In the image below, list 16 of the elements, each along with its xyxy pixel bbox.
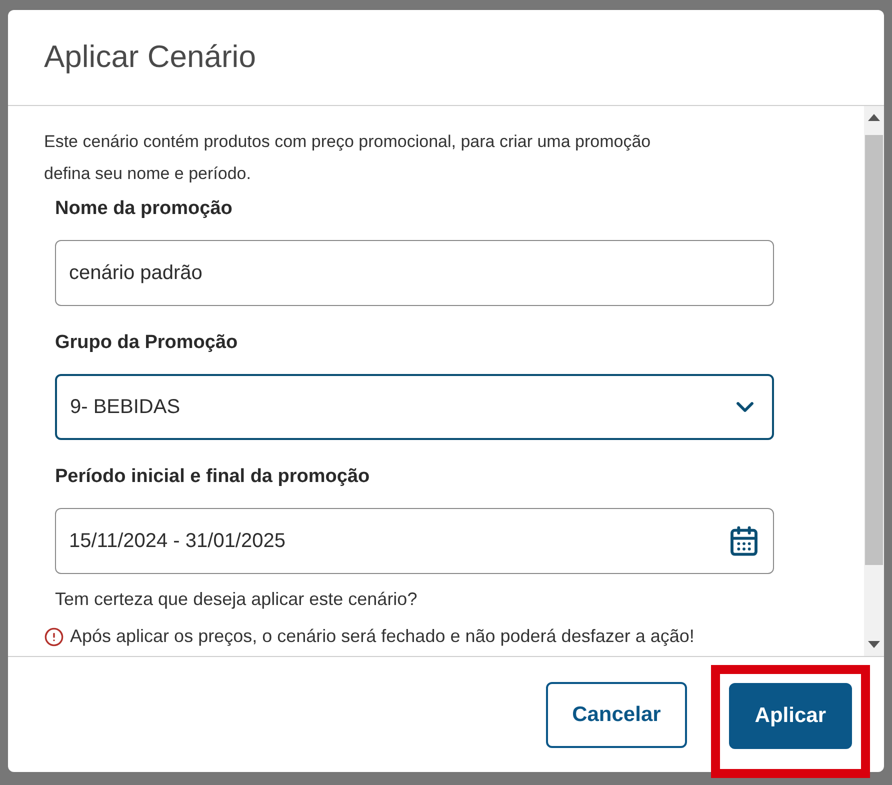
field-label: Nome da promoção bbox=[55, 196, 234, 221]
dialog-title: Aplicar Cenário bbox=[44, 38, 256, 76]
confirm-question: Tem certeza que deseja aplicar este cenário? bbox=[54, 588, 418, 611]
apply-button[interactable]: Aplicar bbox=[728, 683, 852, 749]
calendar-icon bbox=[728, 525, 760, 557]
warning-text: Após aplicar os preços, o cenário será fechado e não poderá desfazer a ação! bbox=[70, 625, 694, 648]
input-field[interactable]: cenário padrão bbox=[55, 240, 774, 306]
field-label: Período inicial e final da promoção bbox=[55, 464, 371, 489]
date-field[interactable]: 15/11/2024 - 31/01/2025 bbox=[55, 508, 774, 574]
intro-text: Este cenário contém produtos com preço promocional, para criar uma promoção defina seu nome e período. bbox=[44, 131, 652, 185]
warning-icon bbox=[44, 626, 64, 646]
select-field[interactable]: 9- BEBIDAS bbox=[55, 374, 774, 440]
field-label: Grupo da Promoção bbox=[55, 330, 239, 355]
cancel-button[interactable]: Cancelar bbox=[546, 682, 687, 748]
scroll-up-icon bbox=[868, 114, 880, 121]
scroll-down-icon bbox=[868, 641, 880, 648]
